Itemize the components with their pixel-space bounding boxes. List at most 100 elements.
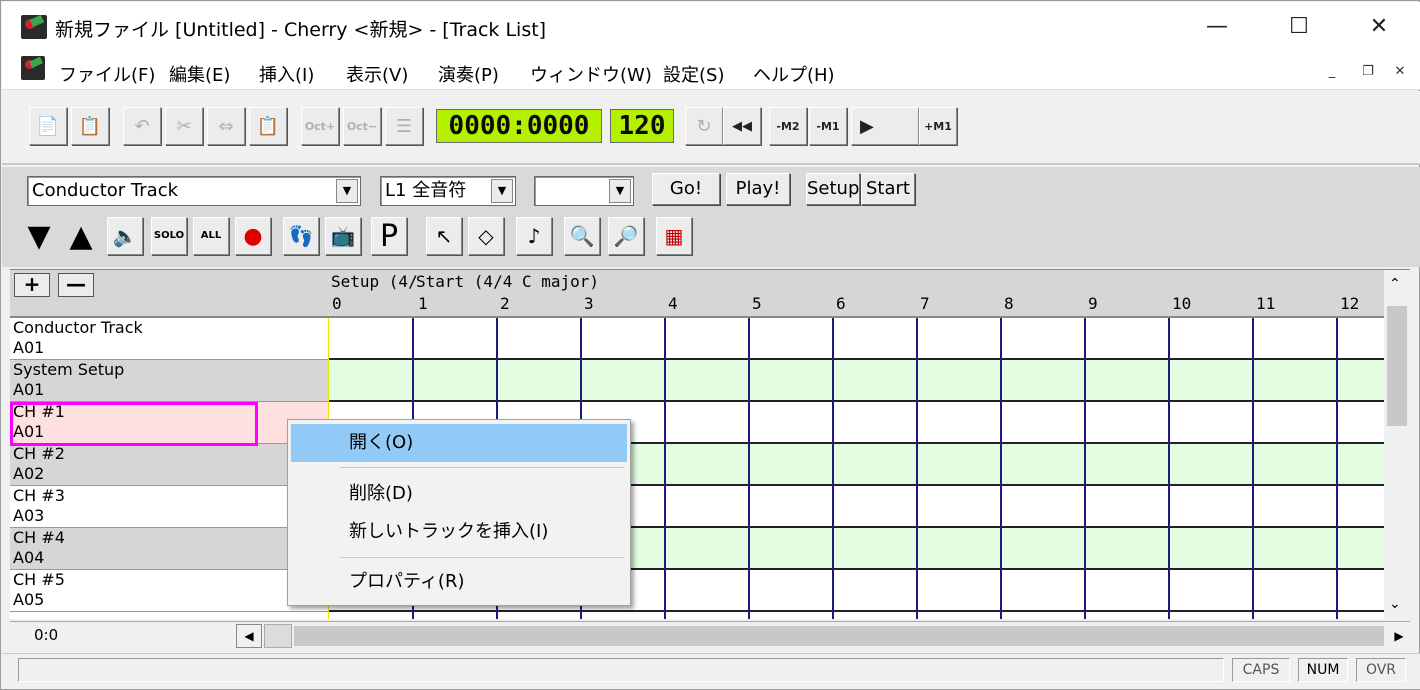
track-name: Conductor Track: [13, 318, 143, 337]
menu-insert-track[interactable]: 新しいトラックを挿入(I): [291, 513, 627, 551]
menu-settings[interactable]: 設定(S): [663, 61, 724, 87]
mute-icon[interactable]: 🔈: [107, 217, 143, 255]
measure-line: [664, 318, 666, 619]
chevron-down-icon[interactable]: ▼: [609, 179, 631, 203]
track-port: A03: [13, 506, 45, 525]
menu-window[interactable]: ウィンドウ(W): [530, 61, 652, 87]
track-name-cell[interactable]: CH #5 A05: [10, 570, 328, 612]
track-name-cell[interactable]: System Setup A01: [10, 360, 328, 402]
align-icon[interactable]: ☰: [385, 107, 423, 145]
tv-icon[interactable]: 📺: [325, 217, 361, 255]
mdi-restore-button[interactable]: ❐: [1356, 62, 1380, 82]
track-delete-icon[interactable]: ▦: [656, 217, 692, 255]
track-selection-outline: [10, 402, 258, 446]
track-name-cell[interactable]: CH #2 A02: [10, 444, 328, 486]
copy-icon[interactable]: ⇔: [207, 107, 245, 145]
setup-button[interactable]: Setup: [806, 173, 860, 205]
track-port: A01: [13, 380, 45, 399]
track-lane[interactable]: [328, 318, 1384, 360]
scroll-right-icon[interactable]: ▶: [1388, 624, 1410, 648]
note-length-value: L1 全音符: [385, 180, 467, 201]
all-button[interactable]: ALL: [193, 217, 229, 255]
title-bar: 新規ファイル [Untitled] - Cherry <新規> - [Track…: [2, 2, 1420, 50]
chevron-down-icon[interactable]: ▼: [491, 179, 513, 203]
minus-m1-label: -M1: [816, 119, 840, 133]
menu-edit[interactable]: 編集(E): [169, 61, 230, 87]
octave-up-button[interactable]: Oct+: [301, 107, 339, 145]
menu-help[interactable]: ヘルプ(H): [753, 61, 835, 87]
cherry-app-icon[interactable]: [21, 15, 47, 39]
scroll-thumb[interactable]: [1387, 306, 1407, 426]
paste-icon[interactable]: 📋: [249, 107, 287, 145]
menu-open[interactable]: 開く(O): [291, 424, 627, 462]
mdi-close-button[interactable]: ✕: [1388, 62, 1412, 82]
track-lane[interactable]: [328, 360, 1384, 402]
p-button[interactable]: P: [371, 217, 407, 255]
minus-m2-button[interactable]: -M2: [769, 107, 807, 145]
close-button[interactable]: ✕: [1354, 8, 1404, 46]
track-port: A04: [13, 548, 45, 567]
measure-number: 9: [1088, 294, 1098, 313]
track-name-cell[interactable]: Conductor Track A01: [10, 318, 328, 360]
document-icon[interactable]: [21, 56, 45, 80]
move-down-icon[interactable]: ▼: [21, 217, 57, 255]
eraser-icon[interactable]: ◇: [468, 217, 504, 255]
new-file-icon[interactable]: 📄: [29, 107, 67, 145]
octave-down-button[interactable]: Oct−: [343, 107, 381, 145]
scroll-up-icon[interactable]: ⌃: [1389, 276, 1401, 292]
note-icon[interactable]: ♪: [516, 217, 552, 255]
minus-m1-button[interactable]: -M1: [809, 107, 847, 145]
track-port: A02: [13, 464, 45, 483]
chevron-down-icon[interactable]: ▼: [336, 179, 358, 203]
zoom-in-icon[interactable]: 🔍: [564, 217, 600, 255]
track-select[interactable]: Conductor Track ▼: [27, 176, 361, 206]
position-scrollbar: 0:0 ◀ ▶: [10, 621, 1410, 649]
move-up-icon[interactable]: ▲: [63, 217, 99, 255]
solo-button[interactable]: SOLO: [151, 217, 187, 255]
window-title: 新規ファイル [Untitled] - Cherry <新規> - [Track…: [55, 19, 547, 41]
h-scroll-thumb[interactable]: [264, 624, 292, 648]
mdi-minimize-button[interactable]: _: [1320, 62, 1344, 82]
play-text-button[interactable]: Play!: [726, 173, 790, 205]
measure-number: 10: [1172, 294, 1192, 313]
num-indicator: NUM: [1298, 658, 1348, 682]
zoom-out-icon[interactable]: 🔎: [608, 217, 644, 255]
track-list: + — Setup (4/ Start (4/4 C major) 0 1 2 …: [10, 269, 1410, 619]
go-button[interactable]: Go!: [652, 173, 720, 205]
menu-properties[interactable]: プロパティ(R): [291, 563, 627, 601]
ovr-indicator: OVR: [1356, 658, 1406, 682]
track-name: CH #4: [13, 528, 65, 547]
vertical-scrollbar[interactable]: ⌃ ⌄: [1384, 270, 1410, 619]
open-file-icon[interactable]: 📋: [71, 107, 109, 145]
start-button[interactable]: Start: [861, 173, 915, 205]
track-name-cell[interactable]: CH #4 A04: [10, 528, 328, 570]
status-message: [18, 658, 1224, 682]
collapse-button[interactable]: —: [58, 273, 94, 297]
record-icon[interactable]: ●: [235, 217, 271, 255]
scroll-down-icon[interactable]: ⌄: [1389, 596, 1401, 612]
context-menu: 開く(O) 削除(D) 新しいトラックを挿入(I) プロパティ(R): [287, 419, 631, 606]
menu-insert[interactable]: 挿入(I): [259, 61, 314, 87]
footsteps-icon[interactable]: 👣: [283, 217, 319, 255]
track-name-cell[interactable]: CH #3 A03: [10, 486, 328, 528]
rewind-icon: ◀◀: [732, 118, 752, 134]
maximize-button[interactable]: ☐: [1274, 8, 1324, 46]
menu-file[interactable]: ファイル(F): [59, 61, 155, 87]
menu-delete[interactable]: 削除(D): [291, 475, 627, 513]
cut-icon[interactable]: ✂: [165, 107, 203, 145]
play-button[interactable]: ▶: [851, 107, 919, 145]
pointer-icon[interactable]: ↖: [426, 217, 462, 255]
plus-m1-button[interactable]: +M1: [919, 107, 957, 145]
undo-icon[interactable]: ↶: [123, 107, 161, 145]
loop-icon[interactable]: ↻: [685, 107, 723, 145]
control-bar: Conductor Track ▼ L1 全音符 ▼ ▼ Go! Play! S…: [2, 167, 1420, 267]
scroll-left-icon[interactable]: ◀: [236, 624, 262, 648]
blank-select[interactable]: ▼: [534, 176, 634, 206]
expand-button[interactable]: +: [14, 273, 50, 297]
h-scroll-track[interactable]: [294, 626, 1384, 646]
note-length-select[interactable]: L1 全音符 ▼: [380, 176, 516, 206]
menu-play[interactable]: 演奏(P): [438, 61, 499, 87]
menu-view[interactable]: 表示(V): [346, 61, 408, 87]
rewind-button[interactable]: ◀◀: [723, 107, 761, 145]
minimize-button[interactable]: —: [1192, 8, 1242, 46]
